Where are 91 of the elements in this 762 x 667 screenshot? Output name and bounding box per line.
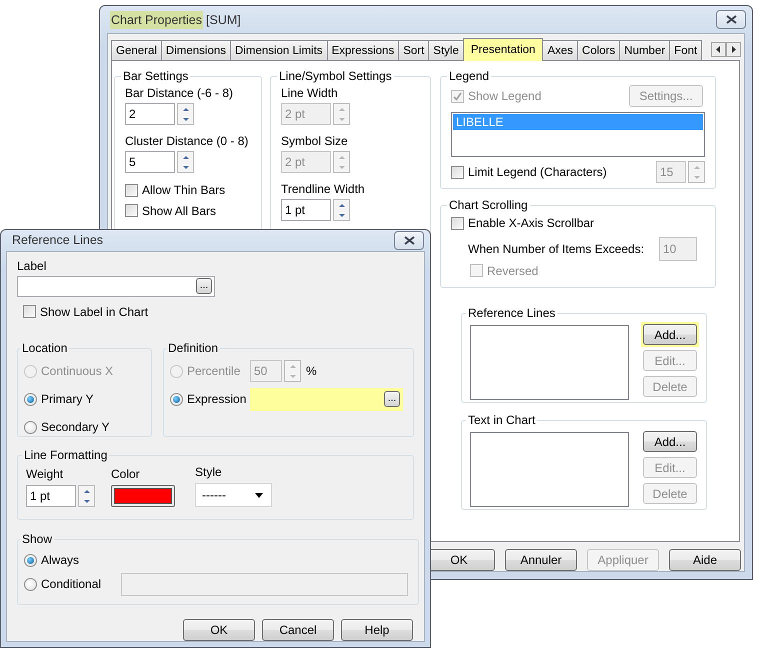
close-icon — [404, 236, 414, 245]
dialog-button[interactable]: Help — [341, 619, 413, 641]
tab[interactable]: Number — [619, 40, 670, 60]
checkbox[interactable] — [23, 305, 36, 318]
group-title: Reference Lines — [467, 306, 556, 320]
field-label: Style — [195, 465, 223, 479]
scroll-right-button[interactable] — [726, 42, 741, 57]
style-dropdown[interactable]: ------ — [195, 483, 272, 507]
window-title: Chart Properties — [110, 10, 204, 28]
tab[interactable]: General — [111, 40, 162, 60]
browse-button[interactable]: ... — [196, 278, 212, 294]
tab[interactable]: Style — [428, 40, 464, 60]
action-button[interactable]: Add... — [643, 324, 697, 345]
checkbox-label: Allow Thin Bars — [142, 183, 226, 197]
window-subtitle: [SUM] — [206, 12, 242, 28]
close-icon — [726, 15, 736, 24]
action-button[interactable]: Add... — [643, 431, 697, 452]
list-box[interactable] — [470, 432, 629, 507]
checkbox-label: Show All Bars — [142, 204, 216, 218]
field-label: Label — [17, 258, 48, 272]
radio-label: Secondary Y — [41, 420, 110, 434]
group-title: Legend — [448, 69, 490, 83]
number-field[interactable]: 1 pt — [26, 485, 76, 507]
scroll-left-button[interactable] — [711, 42, 726, 57]
tab[interactable]: Colors — [577, 40, 620, 60]
group-title: Line/Symbol Settings — [278, 69, 393, 83]
dialog-button[interactable]: Aide — [669, 549, 741, 571]
checkbox[interactable] — [125, 204, 138, 217]
tab[interactable]: Axes — [542, 40, 578, 60]
spin-button[interactable] — [177, 151, 194, 173]
number-field[interactable]: 5 — [125, 151, 175, 173]
expression-field[interactable]: ... — [250, 388, 403, 410]
close-button[interactable] — [394, 230, 424, 250]
tab[interactable]: Sort — [398, 40, 430, 60]
field-label: Trendline Width — [281, 182, 366, 196]
spin-button[interactable] — [78, 485, 95, 507]
radio-label: Conditional — [41, 577, 102, 591]
checkbox-label: Show Legend — [468, 89, 542, 103]
checkbox-label: Reversed — [487, 264, 538, 278]
tab[interactable]: Dimension Limits — [230, 40, 328, 60]
radio-label: Expression — [187, 392, 246, 406]
radio-label: Primary Y — [41, 392, 94, 406]
group-title: Text in Chart — [467, 413, 536, 427]
dialog-button[interactable]: OK — [183, 619, 255, 641]
number-field[interactable]: 1 pt — [281, 199, 331, 221]
dialog-button[interactable]: Annuler — [505, 549, 577, 571]
tab[interactable]: Font — [669, 40, 702, 60]
group-title: Location — [21, 341, 68, 355]
dialog-button[interactable]: Cancel — [262, 619, 334, 641]
group-title: Bar Settings — [122, 69, 190, 83]
radio-button[interactable] — [24, 578, 37, 590]
group-title: Line Formatting — [23, 448, 108, 462]
unit-label: % — [306, 364, 317, 378]
caret-icon — [255, 492, 263, 498]
left-arrow-icon — [716, 46, 721, 53]
text-field[interactable]: ... — [17, 276, 215, 296]
field-label: Symbol Size — [281, 134, 349, 148]
radio-label: Always — [41, 553, 80, 567]
field-label: Cluster Distance (0 - 8) — [125, 134, 250, 148]
checkbox[interactable] — [451, 166, 464, 178]
radio-label: Percentile — [187, 364, 240, 378]
tab[interactable]: Expressions — [326, 40, 400, 60]
spin-button[interactable] — [333, 199, 350, 221]
radio-button[interactable] — [24, 392, 37, 406]
condition-field[interactable] — [121, 572, 408, 596]
group-title: Definition — [167, 341, 220, 355]
field-label: Color — [111, 467, 141, 481]
radio-label: Continuous X — [41, 364, 114, 378]
dialog-title: Reference Lines — [11, 232, 104, 250]
browse-button[interactable]: ... — [384, 391, 400, 407]
field-label: When Number of Items Exceeds: — [468, 242, 644, 256]
field-label: Bar Distance (-6 - 8) — [125, 86, 234, 100]
close-button[interactable] — [716, 10, 746, 29]
checkbox[interactable] — [451, 216, 464, 230]
field-label: Weight — [26, 467, 64, 481]
radio-button[interactable] — [170, 392, 183, 406]
group-title: Show — [21, 532, 54, 546]
list-box[interactable] — [470, 325, 629, 400]
group-title: Chart Scrolling — [448, 198, 529, 212]
number-field[interactable]: 2 — [125, 103, 175, 125]
spin-button[interactable] — [177, 103, 194, 125]
checkbox-label: Limit Legend (Characters) — [468, 165, 607, 179]
tab[interactable]: Presentation — [462, 38, 544, 61]
radio-button[interactable] — [24, 554, 37, 566]
field-label: Line Width — [281, 86, 339, 100]
checkbox-label: Enable X-Axis Scrollbar — [468, 216, 594, 230]
tab[interactable]: Dimensions — [160, 40, 231, 60]
checkbox[interactable] — [125, 184, 138, 196]
checkbox-label: Show Label in Chart — [40, 304, 148, 318]
radio-button[interactable] — [24, 420, 37, 434]
right-arrow-icon — [731, 46, 736, 53]
